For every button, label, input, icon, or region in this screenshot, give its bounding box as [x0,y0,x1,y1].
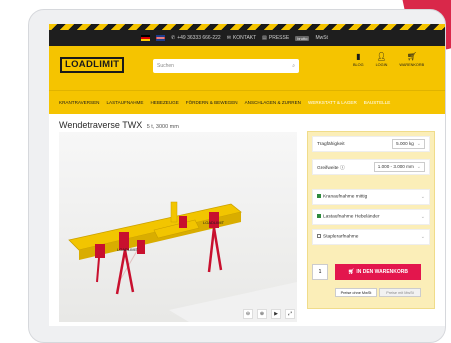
quantity-input[interactable]: 1 [312,264,328,280]
option-row[interactable]: Lastaufnahme Hebeländer ⌄ [312,209,430,225]
checkbox-checked-icon[interactable] [317,214,321,219]
fullscreen-icon[interactable]: ⤢ [285,309,295,319]
search-icon[interactable]: ⌕ [292,63,295,69]
viewer-controls: ⊖ ⊕ ▶ ⤢ [243,309,295,319]
tax-text[interactable]: MwSt [315,35,328,41]
width-label: Greifweite [317,165,339,171]
contact-text: KONTAKT [232,35,257,41]
screen: ✆ +49 36333 666-222 ✉ KONTAKT ▤ PRESSE brut… [49,24,445,326]
main-nav: KRANTRAVERSEN LASTAUFNAHME HEBEZEUGE FÖR… [49,90,445,114]
cart-icon: 🛒︎ [347,269,355,275]
chevron-down-icon: ⌄ [420,194,425,200]
capacity-row: Tragfähigkeit 5.000 kg ⌄ [312,136,430,152]
blog-label: BLOG [353,63,364,67]
phone-text: +49 36333 666-222 [177,35,221,41]
nav-item[interactable]: KRANTRAVERSEN [59,100,100,105]
blog-link[interactable]: ▮ BLOG [353,52,364,68]
logo[interactable]: LOADLIMIT [60,57,125,73]
width-value: 1.000 - 3.000 mm [377,164,414,169]
phone-icon: ✆ [171,35,176,41]
play-icon[interactable]: ▶ [271,309,281,319]
cart-button-label: IN DEN WARENKORB [356,269,409,275]
nav-item[interactable]: BAUSTELLE [364,100,391,105]
capacity-select[interactable]: 5.000 kg ⌄ [392,139,425,149]
press-text: PRESSE [268,35,290,41]
flag-uk-icon[interactable] [156,35,165,41]
search-placeholder: Suchen [157,63,174,69]
page: ✆ +49 36333 666-222 ✉ KONTAKT ▤ PRESSE brut… [0,0,451,343]
width-select[interactable]: 1.000 - 3.000 mm ⌄ [373,162,425,172]
user-icon: 👤︎ [376,52,387,61]
option-label: Lastaufnahme Hebeländer [323,214,380,220]
price-incl-tax-toggle[interactable]: Preise mit MwSt [379,288,421,297]
width-row: Greifweite ⓘ 1.000 - 3.000 mm ⌄ [312,159,430,175]
option-row[interactable]: Kranaufnahme mittig ⌄ [312,189,430,205]
add-to-cart-button[interactable]: 🛒︎ IN DEN WARENKORB [335,264,421,280]
product-section: LOADLIMIT LOADLIMIT ⊖ ⊕ ▶ ⤢ Tragfähigkei… [49,131,445,322]
capacity-value: 5.000 kg [396,141,414,146]
phone-link[interactable]: ✆ +49 36333 666-222 [171,35,221,41]
chevron-down-icon: ⌄ [416,141,421,147]
product-subtitle: 5 t, 3000 mm [146,124,179,130]
traverse-illustration: LOADLIMIT LOADLIMIT [68,201,297,322]
tablet-frame: ✆ +49 36333 666-222 ✉ KONTAKT ▤ PRESSE brut… [28,9,446,343]
checkbox-unchecked-icon[interactable] [317,234,321,239]
cart-icon: 🛒︎ [406,52,417,61]
option-row[interactable]: Staplerarfnahme ⌄ [312,229,430,245]
nav-item[interactable]: HEBEZEUGE [150,100,178,105]
press-link[interactable]: ▤ PRESSE [262,35,289,41]
product-configurator: Tragfähigkeit 5.000 kg ⌄ Greifweite ⓘ 1.0… [307,131,435,309]
nav-item[interactable]: WERKSTATT & LAGER [308,100,357,105]
chevron-down-icon: ⌄ [420,234,425,240]
brand-mark: LOADLIMIT [203,220,225,225]
login-label: LOGIN [375,63,388,67]
product-3d-viewer[interactable]: LOADLIMIT LOADLIMIT ⊖ ⊕ ▶ ⤢ [59,132,297,322]
header: LOADLIMIT Suchen ⌕ ▮ BLOG 👤︎ LOGIN 🛒︎ WAREN… [49,46,445,90]
price-excl-tax-toggle[interactable]: Preise ohne MwSt [335,288,377,297]
cart-link[interactable]: 🛒︎ WARENKORB [399,52,425,68]
brand-mark: LOADLIMIT [117,247,139,252]
flag-de-icon[interactable] [141,35,150,41]
top-bar: ✆ +49 36333 666-222 ✉ KONTAKT ▤ PRESSE brut… [49,30,445,46]
chevron-down-icon: ⌄ [420,214,425,220]
zoom-out-icon[interactable]: ⊖ [243,309,253,319]
chevron-down-icon: ⌄ [416,164,421,170]
login-link[interactable]: 👤︎ LOGIN [375,52,388,68]
page-title: Wendetraverse TWX 5 t, 3000 mm [49,114,445,132]
nav-item[interactable]: ANSCHLAGEN & ZURREN [245,100,301,105]
nav-item[interactable]: LASTAUFNAHME [107,100,144,105]
price-toggle[interactable]: brutto [295,35,310,41]
blog-icon: ▮ [356,52,361,61]
mail-icon: ✉ [226,35,231,41]
contact-link[interactable]: ✉ KONTAKT [227,35,256,41]
cart-label: WARENKORB [399,63,425,67]
zoom-in-icon[interactable]: ⊕ [257,309,267,319]
search-input[interactable]: Suchen ⌕ [153,59,299,73]
option-label: Kranaufnahme mittig [323,194,368,200]
header-icons: ▮ BLOG 👤︎ LOGIN 🛒︎ WARENKORB [353,52,425,68]
checkbox-checked-icon[interactable] [317,194,321,199]
capacity-label: Tragfähigkeit [317,141,345,147]
info-icon[interactable]: ⓘ [340,166,345,171]
press-icon: ▤ [262,35,267,41]
nav-item[interactable]: FÖRDERN & BEWEGEN [186,100,238,105]
option-label: Staplerarfnahme [323,234,359,240]
product-title: Wendetraverse TWX [59,120,143,130]
